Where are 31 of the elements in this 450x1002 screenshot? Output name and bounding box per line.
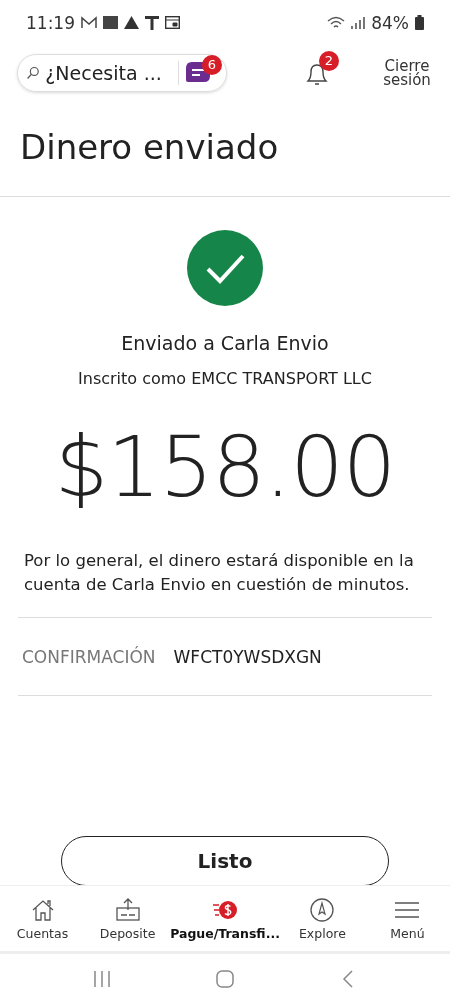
amount-text: $158.00: [54, 418, 396, 516]
nav-tab[interactable]: Deposite: [85, 886, 171, 951]
wifi-icon: [327, 15, 346, 30]
app-icon: [103, 16, 118, 29]
warning-icon: [124, 16, 139, 29]
signal-icon: [351, 16, 366, 29]
home-icon[interactable]: [215, 968, 235, 989]
calendar-icon: [165, 16, 180, 29]
mail-icon: [81, 16, 97, 29]
recipient-text: Enviado a Carla Envio: [121, 332, 329, 354]
search-input[interactable]: ¿Necesita ...: [45, 61, 174, 84]
status-time: 11:19: [26, 12, 75, 33]
success-check-icon: [187, 230, 263, 306]
battery-icon: [415, 15, 424, 30]
recents-icon[interactable]: [91, 968, 112, 989]
notification-badge: 2: [319, 50, 339, 71]
nav-tab[interactable]: Cuentas: [0, 886, 86, 951]
sign-out-link[interactable]: Cierre sesión: [381, 58, 433, 87]
battery-percent: 84%: [371, 12, 409, 33]
chat-badge: 6: [202, 54, 222, 75]
confirmation-label: CONFIRMACIÓN: [22, 646, 156, 667]
nav-tab[interactable]: Pague/Transfi...: [170, 886, 280, 951]
confirmation-number: WFCT0YWSDXGN: [173, 646, 322, 667]
nav-tab[interactable]: Menú: [364, 886, 450, 951]
page-title: Dinero enviado: [0, 100, 450, 197]
enrolled-name-text: Inscrito como EMCC TRANSPORT LLC: [78, 369, 372, 388]
done-button[interactable]: Listo: [61, 836, 389, 885]
nav-tab[interactable]: Explore: [279, 886, 365, 951]
compass-icon: [308, 896, 337, 924]
availability-note: Por lo general, el dinero estará disponible en la cuenta de Carla Envio en cuestión de minutos.: [24, 550, 415, 596]
upload-tray-icon: [113, 896, 142, 924]
